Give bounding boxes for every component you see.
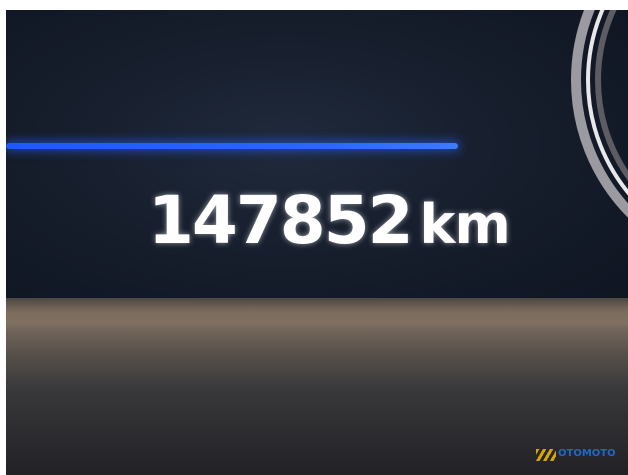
odometer-unit: km — [419, 193, 511, 256]
odometer-readout: 147852 km — [148, 182, 511, 259]
dashboard-bezel — [6, 298, 628, 475]
instrument-display: 147852 km — [6, 10, 628, 310]
bezel-reflection — [6, 298, 628, 328]
odometer-value: 147852 — [148, 182, 414, 259]
gauge-chrome-ring — [571, 10, 628, 218]
photo-frame: 147852 km OTOMOTO — [6, 10, 628, 475]
watermark-text: OTOMOTO — [558, 448, 616, 459]
blue-indicator-bar — [6, 143, 458, 149]
watermark-stripes-icon — [536, 449, 556, 461]
watermark-logo: OTOMOTO — [536, 447, 618, 463]
